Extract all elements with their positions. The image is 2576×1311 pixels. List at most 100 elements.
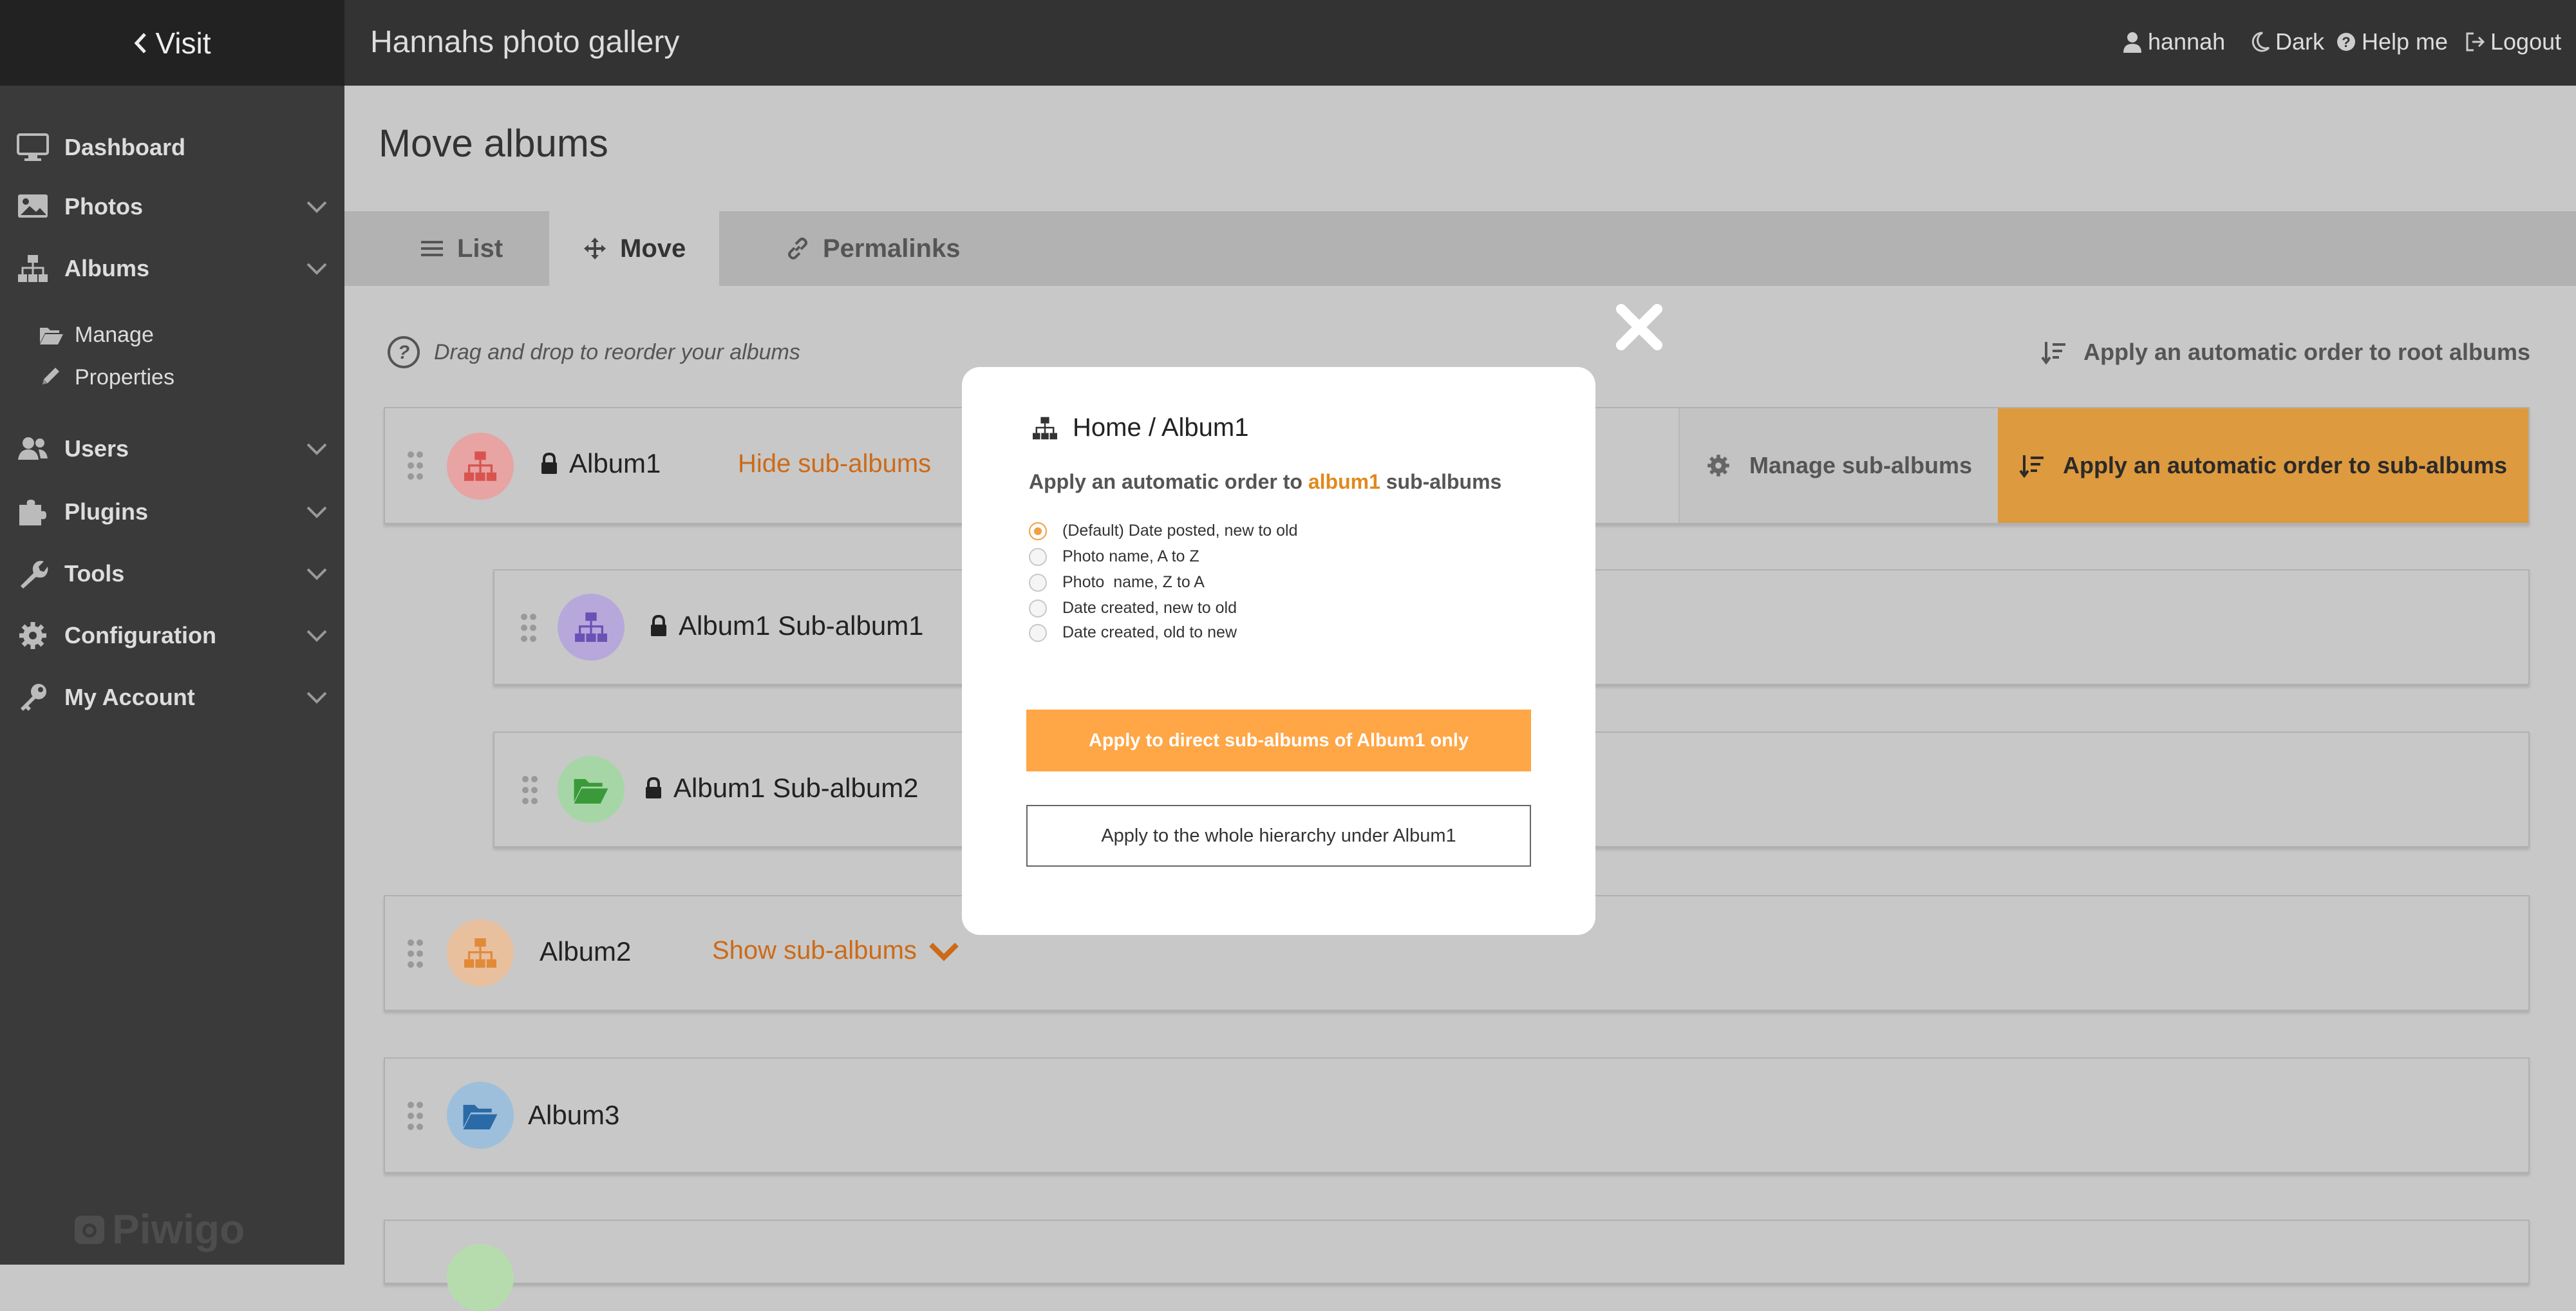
album-title[interactable]: Album2	[540, 936, 631, 967]
order-option-name-a-z[interactable]: Photo name, A to Z	[1029, 547, 1199, 566]
folder-open-icon	[574, 778, 608, 804]
tab-permalinks[interactable]: Permalinks	[752, 211, 993, 286]
close-icon[interactable]	[1615, 303, 1664, 352]
show-sub-albums-toggle[interactable]: Show sub-albums	[712, 936, 961, 965]
sidebar-subitem-manage[interactable]: Manage	[39, 316, 154, 354]
tab-label: Permalinks	[823, 234, 961, 263]
radio-button[interactable]	[1029, 623, 1047, 642]
order-option-name-z-a[interactable]: Photo name, Z to A	[1029, 573, 1205, 592]
order-modal: Home / Album1 Apply an automatic order t…	[962, 367, 1595, 935]
tab-move[interactable]: Move	[549, 211, 720, 286]
lock-icon	[541, 453, 557, 474]
apply-sub-albums-order-button[interactable]: Apply an automatic order to sub-albums	[1998, 408, 2528, 523]
apply-root-order-button[interactable]: Apply an automatic order to root albums	[2041, 339, 2530, 366]
apply-sub-albums-order-label: Apply an automatic order to sub-albums	[2062, 452, 2508, 478]
user-icon	[2123, 32, 2141, 53]
manage-sub-albums-button[interactable]: Manage sub-albums	[1678, 408, 1998, 523]
radio-button[interactable]	[1029, 599, 1047, 618]
apply-whole-hierarchy-button[interactable]: Apply to the whole hierarchy under Album…	[1026, 805, 1531, 867]
piwigo-logo: Piwigo	[72, 1205, 245, 1253]
dark-mode-toggle[interactable]: Dark	[2250, 28, 2324, 55]
sidebar-item-label: Configuration	[64, 622, 216, 648]
sidebar-subitem-properties[interactable]: Properties	[39, 358, 174, 397]
chevron-down-icon	[306, 443, 327, 455]
radio-button[interactable]	[1029, 547, 1047, 566]
album-avatar	[447, 433, 514, 500]
sidebar-item-label: Albums	[64, 255, 150, 281]
apply-direct-sub-albums-button[interactable]: Apply to direct sub-albums of Album1 onl…	[1026, 710, 1531, 771]
sidebar-item-users[interactable]: Users	[0, 420, 344, 478]
modal-subtitle-post: sub-albums	[1380, 470, 1502, 493]
album-name: Album1 Sub-album1	[679, 610, 924, 641]
sitemap-icon	[18, 255, 48, 282]
album-title[interactable]: Album3	[528, 1100, 619, 1131]
option-label: Photo name, Z to A	[1062, 573, 1205, 591]
sidebar-item-photos[interactable]: Photos	[0, 178, 344, 236]
sidebar-subitem-label: Properties	[75, 364, 174, 390]
drag-handle-icon[interactable]	[520, 613, 537, 643]
album-avatar	[447, 920, 514, 986]
album-card-next[interactable]	[384, 1220, 2530, 1311]
lock-icon	[651, 615, 666, 636]
gallery-title[interactable]: Hannahs photo gallery	[370, 24, 679, 60]
folder-open-icon	[40, 328, 63, 344]
album-avatar	[558, 756, 625, 823]
hide-sub-albums-toggle[interactable]: Hide sub-albums	[738, 449, 931, 478]
puzzle-icon	[19, 500, 46, 525]
camera-icon	[75, 1216, 104, 1244]
tab-label: List	[457, 234, 503, 263]
drag-handle-icon[interactable]	[522, 775, 538, 805]
image-icon	[18, 194, 48, 218]
radio-button[interactable]	[1029, 573, 1047, 592]
sidebar-item-configuration[interactable]: Configuration	[0, 607, 344, 665]
tab-label: Move	[620, 234, 686, 263]
album-title[interactable]: Album1	[540, 448, 661, 479]
visit-label: Visit	[155, 26, 211, 60]
sidebar-item-label: Plugins	[64, 498, 149, 525]
drag-handle-icon[interactable]	[407, 939, 424, 968]
sidebar-item-plugins[interactable]: Plugins	[0, 483, 344, 541]
lock-icon	[646, 777, 661, 798]
logout-link[interactable]: Logout	[2465, 28, 2561, 55]
pencil-icon	[42, 368, 59, 384]
order-option-date-posted-new-old[interactable]: (Default) Date posted, new to old	[1029, 522, 1297, 540]
folder-open-icon	[463, 1104, 498, 1130]
help-label: Help me	[2362, 28, 2449, 55]
chevron-left-icon	[135, 32, 147, 53]
option-label: Date created, new to old	[1062, 599, 1237, 617]
gear-icon	[1707, 455, 1729, 476]
sitemap-icon	[464, 938, 496, 968]
album-name: Album3	[528, 1100, 620, 1130]
toggle-label: Show sub-albums	[712, 936, 917, 965]
album-name: Album1 Sub-album2	[673, 773, 919, 803]
gear-icon	[19, 622, 46, 649]
modal-subtitle-album: album1	[1308, 470, 1380, 493]
order-option-date-created-old-new[interactable]: Date created, old to new	[1029, 623, 1237, 642]
radio-button[interactable]	[1029, 522, 1047, 540]
users-icon	[18, 437, 48, 460]
sidebar-item-tools[interactable]: Tools	[0, 545, 344, 603]
user-link[interactable]: hannah	[2122, 28, 2225, 55]
order-option-date-created-new-old[interactable]: Date created, new to old	[1029, 599, 1237, 618]
drag-handle-icon[interactable]	[407, 451, 424, 480]
help-hint-text: Drag and drop to reorder your albums	[434, 339, 800, 364]
visit-link[interactable]: Visit	[0, 0, 344, 86]
sidebar-item-dashboard[interactable]: Dashboard	[0, 118, 344, 176]
sidebar-item-my-account[interactable]: My Account	[0, 668, 344, 726]
user-name: hannah	[2148, 28, 2226, 55]
album-title[interactable]: Album1 Sub-album2	[644, 773, 919, 804]
drag-handle-icon[interactable]	[407, 1101, 424, 1131]
apply-root-order-label: Apply an automatic order to root albums	[2083, 339, 2531, 365]
album-title[interactable]: Album1 Sub-album1	[649, 610, 924, 641]
sidebar-item-label: My Account	[64, 684, 195, 710]
album-card-album3[interactable]: Album3	[384, 1057, 2530, 1173]
help-link[interactable]: ? Help me	[2336, 28, 2448, 55]
moon-icon	[2252, 32, 2270, 52]
album-avatar	[447, 1244, 514, 1311]
key-icon	[21, 684, 46, 711]
sidebar-item-albums[interactable]: Albums	[0, 240, 344, 297]
tab-list[interactable]: List	[386, 211, 536, 286]
modal-breadcrumb: Home / Album1	[1031, 413, 1248, 442]
svg-text:?: ?	[2342, 34, 2350, 50]
chevron-down-icon	[306, 263, 327, 275]
